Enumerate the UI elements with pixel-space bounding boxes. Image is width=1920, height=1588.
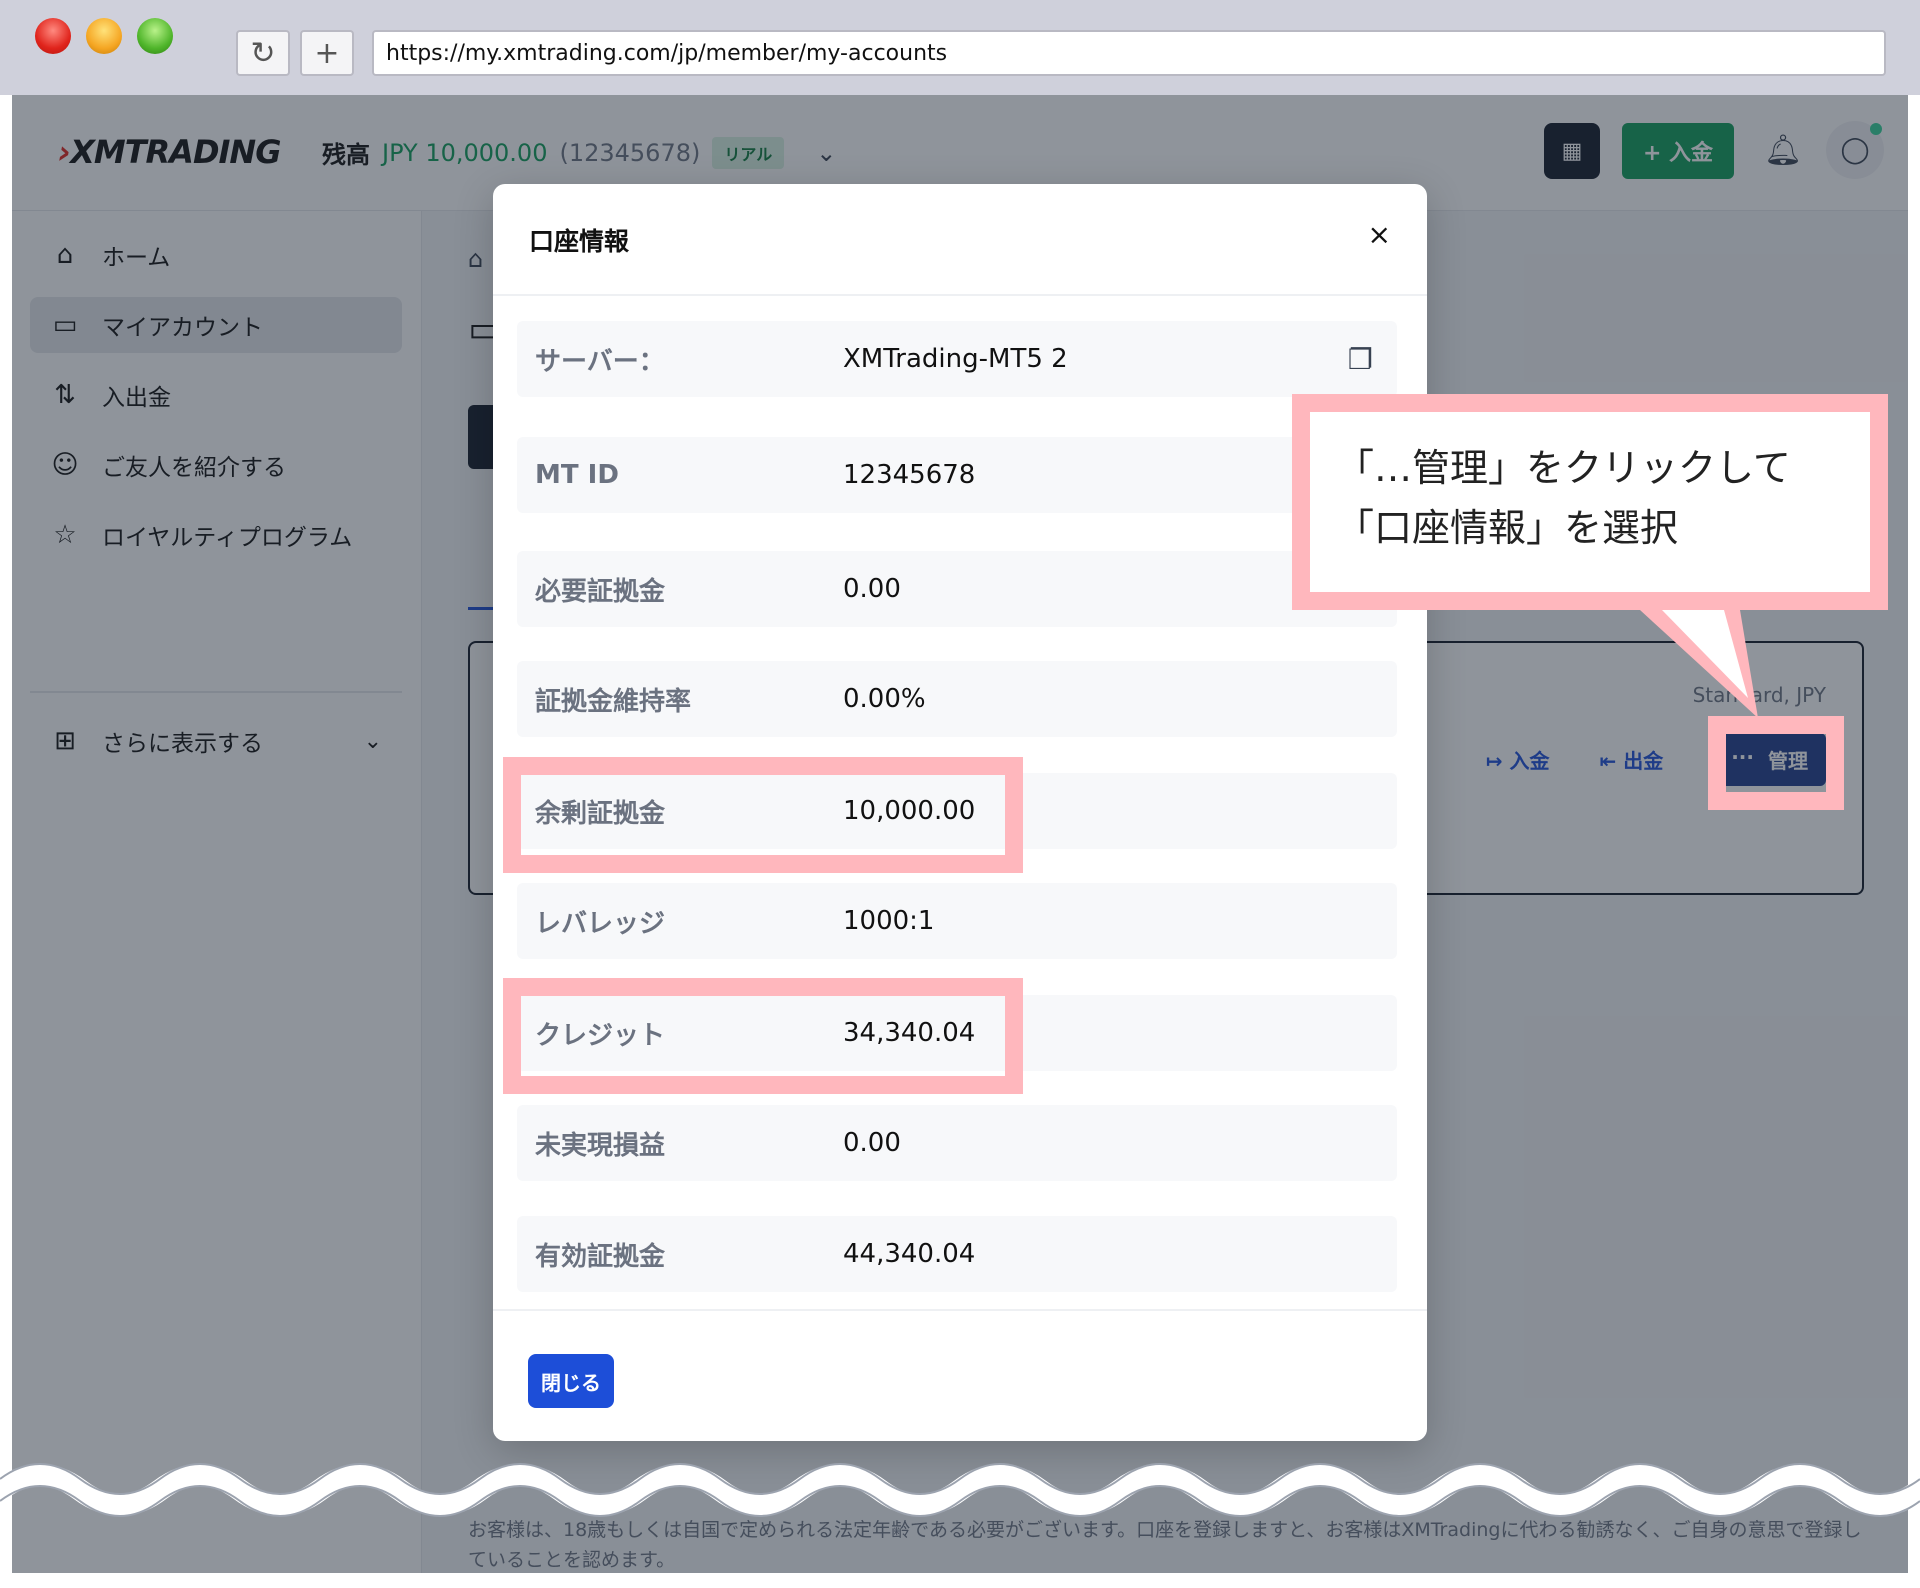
info-key: 未実現損益	[535, 1130, 666, 1161]
callout-line: 「…管理」をクリックして	[1336, 446, 1791, 490]
close-modal-button[interactable]: 閉じる	[528, 1354, 614, 1408]
reload-icon: ↻	[250, 35, 276, 71]
info-key: 証拠金維持率	[535, 686, 692, 717]
browser-window: ↻ + https://my.xmtrading.com/jp/member/m…	[0, 0, 1920, 1588]
minimize-window-button[interactable]	[86, 18, 122, 54]
info-value: 0.00%	[843, 684, 926, 714]
modal-header: 口座情報 ×	[493, 184, 1427, 296]
browser-chrome: ↻ + https://my.xmtrading.com/jp/member/m…	[0, 0, 1920, 95]
info-row-leverage: レバレッジ 1000:1	[517, 883, 1397, 959]
info-row-server: サーバー： XMTrading-MT5 2 ❐	[517, 321, 1397, 397]
callout-pointer	[1640, 610, 1758, 718]
info-value: 1000:1	[843, 906, 935, 936]
reload-button[interactable]: ↻	[236, 30, 290, 76]
close-window-button[interactable]	[35, 18, 71, 54]
highlight-free-margin	[503, 757, 1023, 873]
maximize-window-button[interactable]	[137, 18, 173, 54]
info-key: レバレッジ	[535, 908, 666, 939]
info-row-margin-level: 証拠金維持率 0.00%	[517, 661, 1397, 737]
info-row-unrealized-pl: 未実現損益 0.00	[517, 1105, 1397, 1181]
modal-title: 口座情報	[529, 227, 630, 256]
highlight-credit	[503, 978, 1023, 1094]
close-icon[interactable]: ×	[1368, 218, 1391, 251]
info-value: 44,340.04	[843, 1239, 976, 1269]
info-value: 0.00	[843, 1128, 901, 1158]
address-bar[interactable]: https://my.xmtrading.com/jp/member/my-ac…	[372, 30, 1886, 76]
info-key: サーバー：	[535, 346, 665, 377]
plus-icon: +	[314, 35, 340, 71]
highlight-manage-button	[1708, 716, 1844, 810]
info-value: 0.00	[843, 574, 901, 604]
info-key: MT ID	[535, 460, 619, 490]
instruction-callout: 「…管理」をクリックして 「口座情報」を選択	[1292, 394, 1888, 610]
info-key: 有効証拠金	[535, 1241, 666, 1272]
info-row-equity: 有効証拠金 44,340.04	[517, 1216, 1397, 1292]
modal-footer-divider	[493, 1309, 1427, 1311]
info-value: XMTrading-MT5 2	[843, 344, 1068, 374]
info-row-mt-id: MT ID 12345678	[517, 437, 1397, 513]
copy-icon[interactable]: ❐	[1348, 343, 1373, 376]
new-tab-button[interactable]: +	[300, 30, 354, 76]
torn-edge-divider	[0, 1463, 1920, 1517]
info-value: 12345678	[843, 460, 976, 490]
callout-line: 「口座情報」を選択	[1336, 506, 1679, 550]
info-row-required-margin: 必要証拠金 0.00	[517, 551, 1397, 627]
info-key: 必要証拠金	[535, 576, 666, 607]
